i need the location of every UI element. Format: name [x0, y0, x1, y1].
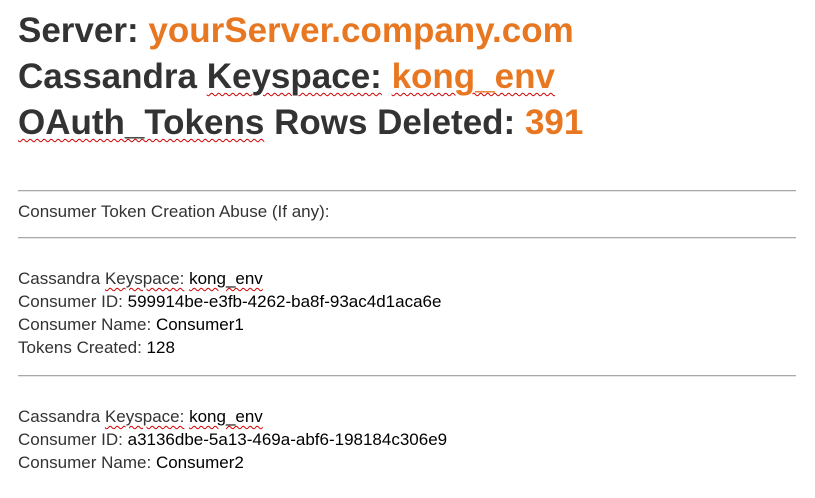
tokens-created-value: 128 [146, 338, 175, 357]
keyspace-label-word1: Cassandra [18, 269, 101, 288]
consumer-id-label: Consumer ID: [18, 430, 123, 449]
consumer-id-value: a3136dbe-5a13-469a-abf6-198184c306e9 [127, 430, 448, 449]
keyspace-label-word2: Keyspace: [206, 57, 382, 96]
keyspace-value: kong_env [189, 407, 263, 426]
tokens-created-label: Tokens Created: [18, 338, 142, 357]
consumer-name-label: Consumer Name: [18, 453, 152, 472]
consumer-name-label: Consumer Name: [18, 315, 152, 334]
consumer-id-line: Consumer ID: a3136dbe-5a13-469a-abf6-198… [18, 428, 447, 451]
tokens-table-label: OAuth_Tokens [18, 103, 265, 142]
keyspace-heading: Cassandra Keyspace: kong_env [18, 57, 555, 97]
consumer-id-label: Consumer ID: [18, 292, 123, 311]
consumer-keyspace-line: Cassandra Keyspace: kong_env [18, 405, 263, 428]
consumer-keyspace-line: Cassandra Keyspace: kong_env [18, 267, 263, 290]
abuse-section-title: Consumer Token Creation Abuse (If any): [18, 202, 330, 221]
divider [18, 375, 796, 377]
server-value: yourServer.company.com [148, 11, 574, 50]
tokens-created-line: Tokens Created: 128 [18, 336, 175, 359]
keyspace-label-word1: Cassandra [18, 407, 101, 426]
divider [18, 237, 796, 239]
consumer-name-line: Consumer Name: Consumer1 [18, 313, 244, 336]
keyspace-label-word1: Cassandra [18, 57, 197, 96]
server-heading: Server: yourServer.company.com [18, 11, 574, 51]
consumer-name-line: Consumer Name: Consumer2 [18, 451, 244, 474]
divider [18, 190, 796, 192]
keyspace-value: kong_env [189, 269, 263, 288]
keyspace-value: kong_env [391, 57, 555, 96]
rows-deleted-value: 391 [524, 103, 584, 142]
consumer-name-value: Consumer1 [155, 315, 244, 334]
keyspace-label-word2: Keyspace: [104, 269, 185, 288]
keyspace-label-word2: Keyspace: [104, 407, 185, 426]
server-label: Server: [18, 11, 139, 50]
tokens-deleted-heading: OAuth_Tokens Rows Deleted: 391 [18, 103, 583, 143]
consumer-id-line: Consumer ID: 599914be-e3fb-4262-ba8f-93a… [18, 290, 441, 313]
rows-deleted-label: Rows Deleted: [274, 103, 516, 142]
consumer-id-value: 599914be-e3fb-4262-ba8f-93ac4d1aca6e [127, 292, 442, 311]
consumer-name-value: Consumer2 [155, 453, 244, 472]
